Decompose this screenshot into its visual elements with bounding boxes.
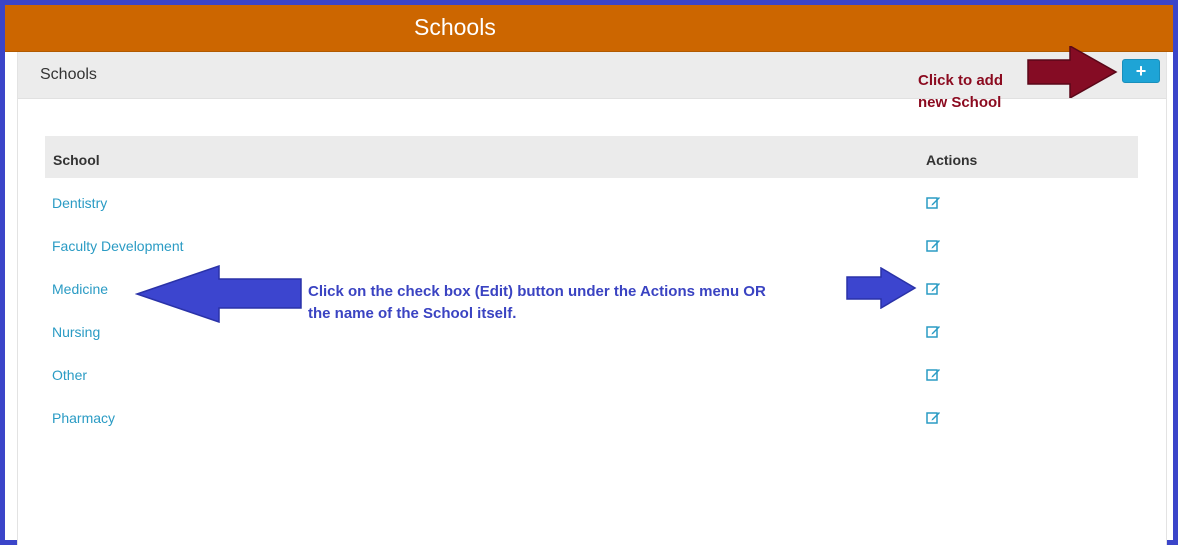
column-header-school: School (53, 152, 100, 168)
school-link-nursing[interactable]: Nursing (52, 324, 100, 340)
edit-icon[interactable] (926, 238, 941, 252)
school-link-faculty-development[interactable]: Faculty Development (52, 238, 184, 254)
column-header-actions: Actions (926, 152, 978, 168)
edit-icon[interactable] (926, 367, 941, 381)
top-header-bar: Schools (5, 5, 1173, 52)
annotation-add-hint: Click to add new School (918, 72, 1004, 111)
add-school-button[interactable]: + (1122, 59, 1160, 83)
school-link-other[interactable]: Other (52, 367, 87, 383)
annotation-edit-hint: Click on the check box (Edit) button und… (308, 283, 766, 322)
school-link-pharmacy[interactable]: Pharmacy (52, 410, 115, 426)
annotation-arrow-right-red (1027, 46, 1118, 98)
table-row: Other (45, 350, 1138, 393)
edit-icon[interactable] (926, 324, 941, 338)
school-link-medicine[interactable]: Medicine (52, 281, 108, 297)
table-header: School Actions (45, 136, 1138, 178)
edit-icon[interactable] (926, 410, 941, 424)
edit-icon[interactable] (926, 281, 941, 295)
table-row: Pharmacy (45, 393, 1138, 436)
page-title: Schools (414, 14, 496, 40)
school-link-dentistry[interactable]: Dentistry (52, 195, 107, 211)
table-row: Dentistry (45, 178, 1138, 221)
edit-icon[interactable] (926, 195, 941, 209)
table-row: Faculty Development (45, 221, 1138, 264)
panel-title: Schools (40, 66, 97, 83)
annotation-arrow-left-blue (135, 265, 302, 323)
